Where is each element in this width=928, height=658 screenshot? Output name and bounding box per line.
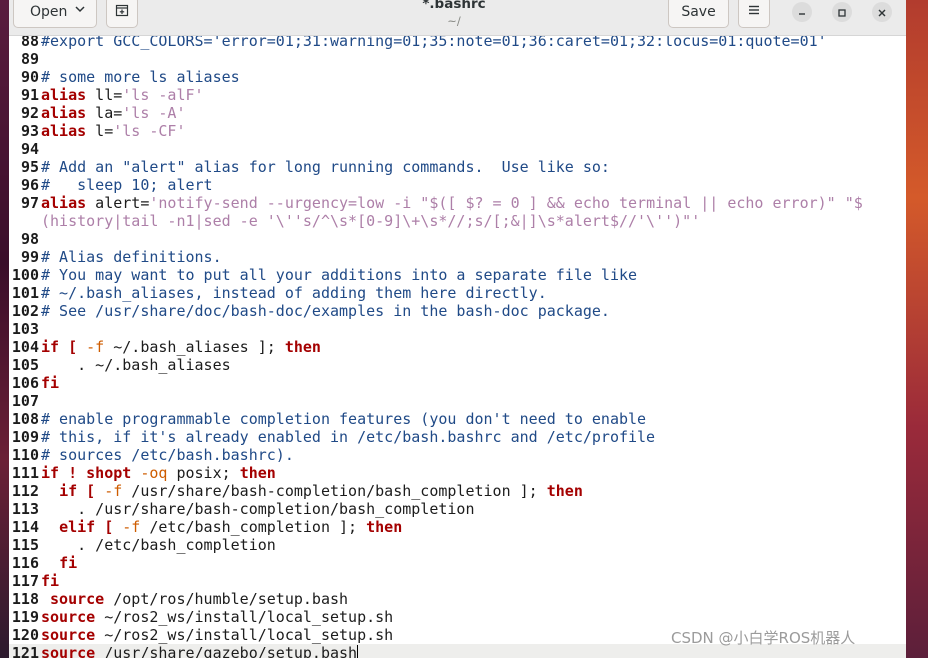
line-text[interactable]: . ~/.bash_aliases xyxy=(41,356,231,374)
line-text[interactable]: source ~/ros2_ws/install/local_setup.sh xyxy=(41,608,393,626)
document-path: ~/ xyxy=(447,14,461,28)
menu-button[interactable] xyxy=(738,0,770,28)
line-number: 98 xyxy=(20,230,39,248)
watermark: CSDN @小白学ROS机器人 xyxy=(671,629,856,647)
line-number: 88 xyxy=(20,36,39,50)
line-text[interactable]: # You may want to put all your additions… xyxy=(41,266,637,284)
window-title: *.bashrc ~/ xyxy=(354,0,554,28)
line-text[interactable]: . /usr/share/bash-completion/bash_comple… xyxy=(41,500,474,518)
line-number: 106 xyxy=(11,374,39,392)
line-text[interactable]: # sleep 10; alert xyxy=(41,176,213,194)
line-number: 102 xyxy=(11,302,39,320)
minimize-icon xyxy=(797,3,807,22)
line-text[interactable]: alias la='ls -A' xyxy=(41,104,186,122)
desktop-background-left xyxy=(0,0,9,658)
save-button[interactable]: Save xyxy=(668,0,729,28)
line-number: 93 xyxy=(20,122,39,140)
line-text[interactable]: fi xyxy=(41,554,77,572)
line-text[interactable]: # Add an "alert" alias for long running … xyxy=(41,158,610,176)
line-number: 119 xyxy=(11,608,39,626)
line-number: 118 xyxy=(11,590,39,608)
line-text[interactable]: (history|tail -n1|sed -e '\''s/^\s*[0-9]… xyxy=(41,212,700,230)
line-text[interactable]: elif [ -f /etc/bash_completion ]; then xyxy=(41,518,402,536)
line-number: 90 xyxy=(20,68,39,86)
desktop-background-right xyxy=(906,0,928,658)
line-text[interactable]: alias alert='notify-send --urgency=low -… xyxy=(41,194,863,212)
text-cursor xyxy=(357,645,359,658)
line-number: 108 xyxy=(11,410,39,428)
close-icon xyxy=(877,3,887,22)
line-number: 121 xyxy=(11,644,39,658)
line-number: 103 xyxy=(11,320,39,338)
line-number: 97 xyxy=(20,194,39,212)
line-text[interactable]: # sources /etc/bash.bashrc). xyxy=(41,446,294,464)
close-button[interactable] xyxy=(872,2,892,22)
line-number: 112 xyxy=(11,482,39,500)
line-number: 115 xyxy=(11,536,39,554)
line-text[interactable]: if ! shopt -oq posix; then xyxy=(41,464,276,482)
open-button[interactable]: Open xyxy=(13,0,97,28)
line-number: 114 xyxy=(11,518,39,536)
maximize-icon xyxy=(837,3,847,22)
line-text[interactable]: source ~/ros2_ws/install/local_setup.sh xyxy=(41,626,393,644)
gedit-window: Open *.bashrc ~/ Save 88 #export GCC_COL… xyxy=(9,0,906,658)
line-number: 100 xyxy=(11,266,39,284)
line-number: 99 xyxy=(20,248,39,266)
line-text[interactable]: #export GCC_COLORS='error=01;31:warning=… xyxy=(41,36,827,50)
line-number: 96 xyxy=(20,176,39,194)
line-text[interactable]: alias ll='ls -alF' xyxy=(41,86,204,104)
line-text[interactable]: source /usr/share/gazebo/setup.bash xyxy=(41,644,359,658)
text-editor[interactable]: 88 #export GCC_COLORS='error=01;31:warnin… xyxy=(9,36,906,658)
line-text[interactable]: # See /usr/share/doc/bash-doc/examples i… xyxy=(41,302,610,320)
new-tab-icon xyxy=(114,2,130,22)
line-text[interactable]: # enable programmable completion feature… xyxy=(41,410,646,428)
line-number: 91 xyxy=(20,86,39,104)
line-number: 116 xyxy=(11,554,39,572)
line-number: 111 xyxy=(11,464,39,482)
line-number: 95 xyxy=(20,158,39,176)
line-text[interactable]: if [ -f /usr/share/bash-completion/bash_… xyxy=(41,482,583,500)
document-title: *.bashrc xyxy=(422,0,486,12)
line-text[interactable]: # Alias definitions. xyxy=(41,248,222,266)
line-number: 110 xyxy=(11,446,39,464)
line-number: 105 xyxy=(11,356,39,374)
line-number: 104 xyxy=(11,338,39,356)
line-text[interactable]: if [ -f ~/.bash_aliases ]; then xyxy=(41,338,321,356)
line-text[interactable]: # some more ls aliases xyxy=(41,68,240,86)
line-text[interactable]: fi xyxy=(41,374,59,392)
line-text[interactable]: # this, if it's already enabled in /etc/… xyxy=(41,428,655,446)
line-number: 92 xyxy=(20,104,39,122)
line-text[interactable]: fi xyxy=(41,572,59,590)
chevron-down-icon xyxy=(74,3,86,19)
line-number: 89 xyxy=(20,50,39,68)
maximize-button[interactable] xyxy=(832,2,852,22)
hamburger-menu-icon xyxy=(747,3,761,21)
line-number: 113 xyxy=(11,500,39,518)
line-text[interactable]: # ~/.bash_aliases, instead of adding the… xyxy=(41,284,547,302)
line-number: 101 xyxy=(11,284,39,302)
line-text[interactable]: . /etc/bash_completion xyxy=(41,536,276,554)
open-button-label: Open xyxy=(30,4,68,20)
line-text[interactable]: source /opt/ros/humble/setup.bash xyxy=(41,590,348,608)
header-bar: Open *.bashrc ~/ Save xyxy=(9,0,906,36)
line-text[interactable]: alias l='ls -CF' xyxy=(41,122,186,140)
line-number: 117 xyxy=(11,572,39,590)
line-number: 94 xyxy=(20,140,39,158)
line-number: 120 xyxy=(11,626,39,644)
new-tab-button[interactable] xyxy=(106,0,138,28)
line-number: 107 xyxy=(11,392,39,410)
line-number: 109 xyxy=(11,428,39,446)
minimize-button[interactable] xyxy=(792,2,812,22)
